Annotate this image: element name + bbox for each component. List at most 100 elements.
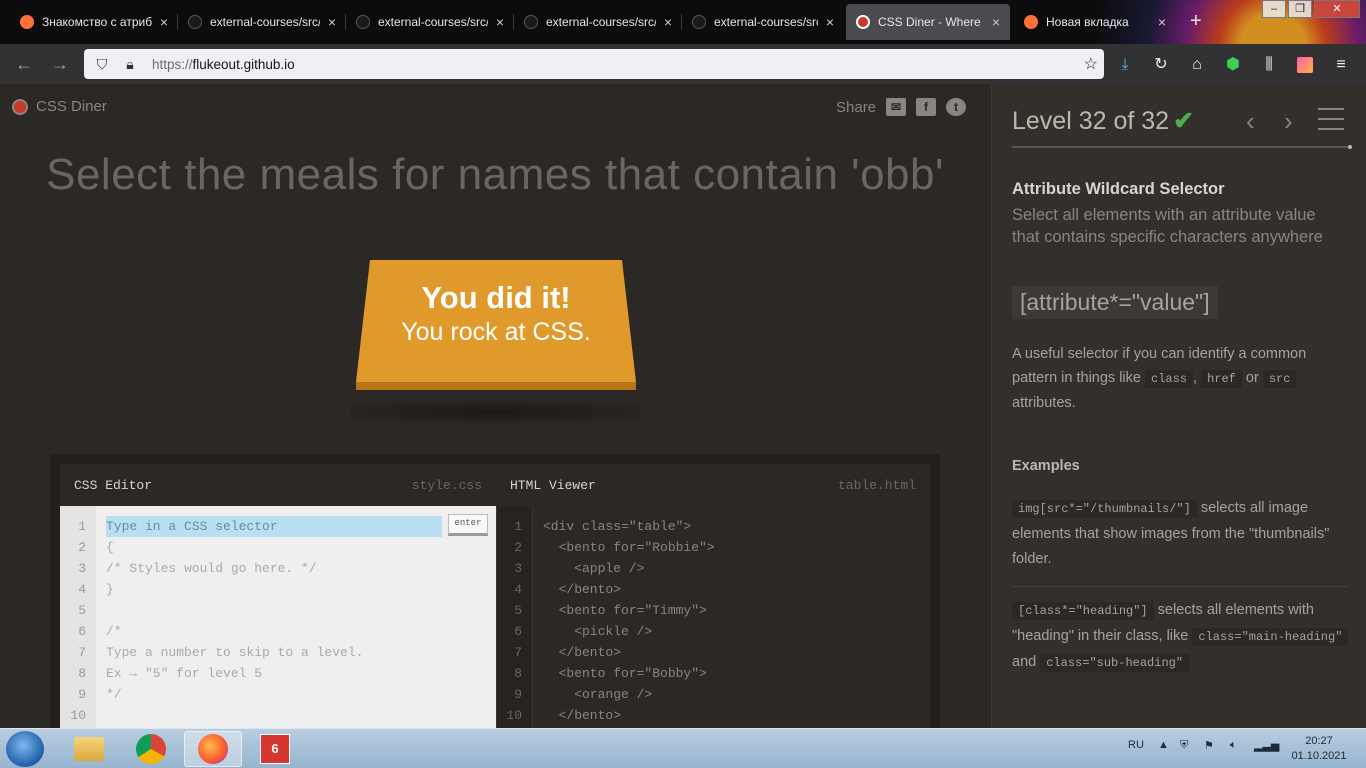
lock-icon[interactable]: 🔒︎ [120,56,140,73]
taskbar-demo-app[interactable]: 6 [246,731,304,767]
prev-level-icon[interactable]: ‹ [1246,106,1255,137]
html-line[interactable]: </bento> [543,705,920,726]
address-bar[interactable]: ⛉ 🔒︎ https://flukeout.github.io ☆ [84,49,1104,79]
code-line: Type a number to skip to a level. [106,645,364,660]
email-icon[interactable]: ✉ [886,98,907,116]
url-host: flukeout.github.io [192,56,295,72]
css-diner-page: CSS Diner Share ✉ f t Select the meals f… [0,84,1366,728]
css-diner-favicon-icon [856,15,870,29]
html-line-numbers: 1 2 3 4 5 6 7 8 9 10 [497,506,533,728]
html-viewer: HTML Viewer table.html 1 2 3 4 5 6 7 8 9… [496,464,930,728]
tab-css-diner[interactable]: CSS Diner - Where we × [846,4,1010,40]
volume-icon[interactable]: 🔈︎ [1230,739,1237,752]
forward-icon[interactable]: → [48,52,72,76]
line-number: 8 [78,666,86,681]
example-text: and [1012,654,1037,670]
github-favicon-icon [188,15,202,29]
html-line[interactable]: <bento for="Robbie"> [543,537,920,558]
folder-icon [74,737,104,761]
tab-bar: Знакомство с атрибу × external-courses/s… [0,0,1366,84]
next-level-icon[interactable]: › [1284,106,1293,137]
url-scheme: https:// [152,56,193,72]
close-tab-icon[interactable]: × [160,14,168,30]
antivirus-icon[interactable]: ⛨ [1180,739,1188,752]
tab-github-4[interactable]: external-courses/src/ × [682,4,844,40]
profile-icon[interactable] [1294,54,1316,76]
minimize-button[interactable]: – [1262,0,1286,18]
github-favicon-icon [692,15,706,29]
clock-date: 01.10.2021 [1291,750,1347,762]
html-viewer-title: HTML Viewer [510,477,596,493]
html-line[interactable]: <orange /> [543,684,920,705]
html-line[interactable]: <bento for="Bobby"> [543,663,920,684]
examples-title: Examples [1012,458,1080,474]
tab-github-3[interactable]: external-courses/src/ × [514,4,682,40]
close-tab-icon[interactable]: × [1158,14,1166,30]
close-tab-icon[interactable]: × [496,14,504,30]
library-icon[interactable]: ⫼ [1258,54,1280,76]
star-icon[interactable]: ☆ [1084,54,1098,74]
tab-github-2[interactable]: external-courses/src/ × [346,4,514,40]
html-line[interactable]: </bento> [543,579,920,600]
twitter-icon[interactable]: t [946,98,967,116]
tab-title: external-courses/src/ [714,15,818,29]
restore-button[interactable]: ❐ [1288,0,1312,18]
reload-icon[interactable]: ↻ [1150,54,1172,76]
tab-title: external-courses/src/ [546,15,656,29]
line-number: 1 [78,519,86,534]
tab-title: Новая вкладка [1046,15,1129,29]
taskbar-chrome[interactable] [122,731,180,767]
tray-expand-icon[interactable]: ▲ [1158,739,1169,751]
back-icon[interactable]: ← [12,52,36,76]
tab-attributes[interactable]: Знакомство с атрибу × [10,4,178,40]
success-title: You did it! [421,280,571,315]
code-chip: src [1262,370,1297,388]
new-tab-button[interactable]: + [1190,10,1202,33]
level-text: Level 32 of 32 [1012,107,1170,135]
line-number: 1 [514,519,522,534]
start-button[interactable] [6,731,44,767]
extension-icon[interactable]: ⬢ [1222,54,1244,76]
html-line[interactable]: <div class="table"> [543,516,920,537]
html-line[interactable]: <bento for="Timmy"> [543,600,920,621]
github-favicon-icon [524,15,538,29]
close-window-button[interactable]: ✕ [1314,0,1360,18]
level-indicator: Level 32 of 32 ✔ [1012,106,1194,136]
tab-new-tab[interactable]: Новая вкладка × [1014,4,1176,40]
css-selector-input[interactable]: Type in a CSS selector [106,516,442,537]
firefox-favicon-icon [1024,15,1038,29]
flag-icon[interactable]: ⚑ [1204,739,1214,752]
facebook-icon[interactable]: f [916,98,937,116]
tab-title: external-courses/src/ [378,15,488,29]
enter-button[interactable]: enter [448,514,488,536]
level-menu-icon[interactable] [1318,108,1344,130]
html-code-lines: <div class="table"> <bento for="Robbie">… [543,516,920,726]
code-chip: class="main-heading" [1192,628,1349,646]
taskbar-explorer[interactable] [60,731,118,767]
selector-help: A useful selector if you can identify a … [1012,342,1347,415]
selector-description: Select all elements with an attribute va… [1012,206,1323,246]
html-line[interactable]: <apple /> [543,558,920,579]
language-indicator[interactable]: RU [1128,739,1144,751]
close-tab-icon[interactable]: × [826,14,834,30]
download-icon[interactable]: ⤓ [1114,54,1136,76]
system-clock[interactable]: 20:27 01.10.2021 [1282,734,1356,764]
taskbar-firefox[interactable] [184,731,242,767]
close-tab-icon[interactable]: × [328,14,336,30]
home-icon[interactable]: ⌂ [1186,54,1208,76]
help-text: or [1245,370,1259,386]
shield-icon[interactable]: ⛉ [92,56,112,73]
close-tab-icon[interactable]: × [992,14,1000,30]
menu-icon[interactable]: ≡ [1330,54,1352,76]
url-text[interactable]: https://flukeout.github.io [152,57,295,72]
css-editor-filename: style.css [411,477,482,493]
line-number: 2 [78,540,86,555]
editor-area: CSS Editor style.css 1 2 3 4 5 6 7 8 9 1… [50,454,940,728]
html-line[interactable]: </bento> [543,642,920,663]
tab-github-1[interactable]: external-courses/src/ × [178,4,346,40]
site-logo[interactable]: CSS Diner [12,98,107,115]
network-icon[interactable]: ▂▃▅ [1254,739,1279,752]
close-tab-icon[interactable]: × [664,14,672,30]
html-line[interactable]: <pickle /> [543,621,920,642]
